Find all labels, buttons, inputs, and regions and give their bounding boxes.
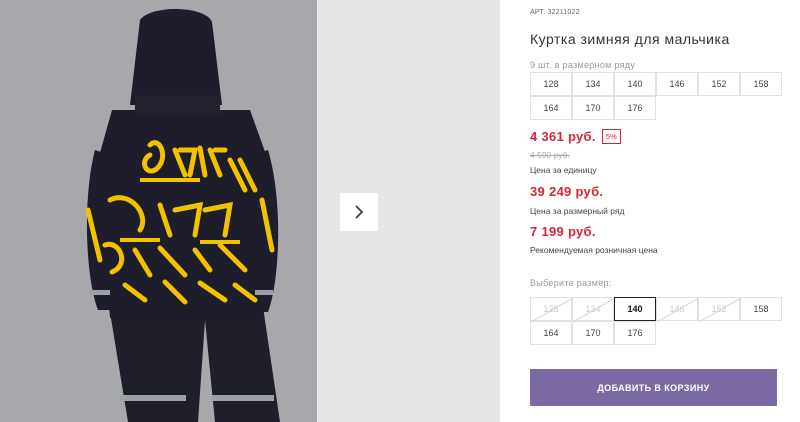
size-option-selected[interactable]: 140 (614, 297, 656, 321)
size-option[interactable]: 146 (656, 297, 699, 322)
size-option[interactable]: 128 (530, 297, 573, 322)
chevron-right-icon (355, 205, 364, 219)
size-option-label: 158 (753, 304, 769, 314)
product-page: АРТ. 32211022 Куртка зимняя для мальчика… (0, 0, 800, 422)
range-size-cell: 170 (572, 96, 614, 120)
size-option[interactable]: 158 (740, 297, 782, 321)
unit-price: 4 361 руб. (530, 129, 596, 144)
range-price-label: Цена за размерный ряд (530, 206, 625, 216)
article-number: АРТ. 32211022 (530, 9, 580, 16)
size-option-label: 164 (543, 328, 559, 338)
discount-badge: 5% (601, 129, 621, 144)
product-title: Куртка зимняя для мальчика (530, 31, 730, 47)
unavailable-strike (531, 298, 573, 322)
range-size-cell: 164 (530, 96, 572, 120)
range-size-cell: 134 (572, 72, 614, 96)
unit-price-label: Цена за единицу (530, 165, 597, 175)
range-size-cell: 152 (698, 72, 740, 96)
size-option-label: 170 (585, 328, 601, 338)
old-price: 4 590 руб. (530, 150, 570, 160)
size-option[interactable]: 164 (530, 321, 572, 345)
article-label: АРТ. (530, 9, 546, 16)
unavailable-strike (573, 298, 615, 322)
range-size-cell: 128 (530, 72, 572, 96)
size-option[interactable]: 152 (698, 297, 741, 322)
size-option[interactable]: 170 (572, 321, 614, 345)
unavailable-strike (657, 298, 699, 322)
choose-size-label: Выберите размер: (530, 278, 612, 288)
range-size-cell: 176 (614, 96, 656, 120)
gallery-next-button[interactable] (340, 193, 378, 231)
article-value: 32211022 (547, 9, 580, 16)
range-size-cell: 158 (740, 72, 782, 96)
range-price: 39 249 руб. (530, 184, 604, 199)
product-photo (0, 0, 317, 422)
size-selector: 128 134 140 146 152 158 164 170 176 (530, 297, 782, 345)
size-option[interactable]: 176 (614, 321, 656, 345)
retail-price: 7 199 руб. (530, 224, 596, 239)
unavailable-strike (699, 298, 741, 322)
size-range-grid: 128 134 140 146 152 158 164 170 176 (530, 72, 782, 120)
unit-price-row: 4 361 руб. 5% (530, 129, 621, 144)
size-option-label: 140 (627, 304, 643, 314)
retail-price-label: Рекомендуемая розничная цена (530, 245, 658, 255)
add-to-cart-button[interactable]: ДОБАВИТЬ В КОРЗИНУ (530, 369, 777, 406)
range-note: 9 шт. в размерном ряду (530, 60, 636, 70)
range-size-cell: 140 (614, 72, 656, 96)
size-option-label: 176 (627, 328, 643, 338)
size-option[interactable]: 134 (572, 297, 615, 322)
range-size-cell: 146 (656, 72, 698, 96)
product-gallery (0, 0, 500, 422)
